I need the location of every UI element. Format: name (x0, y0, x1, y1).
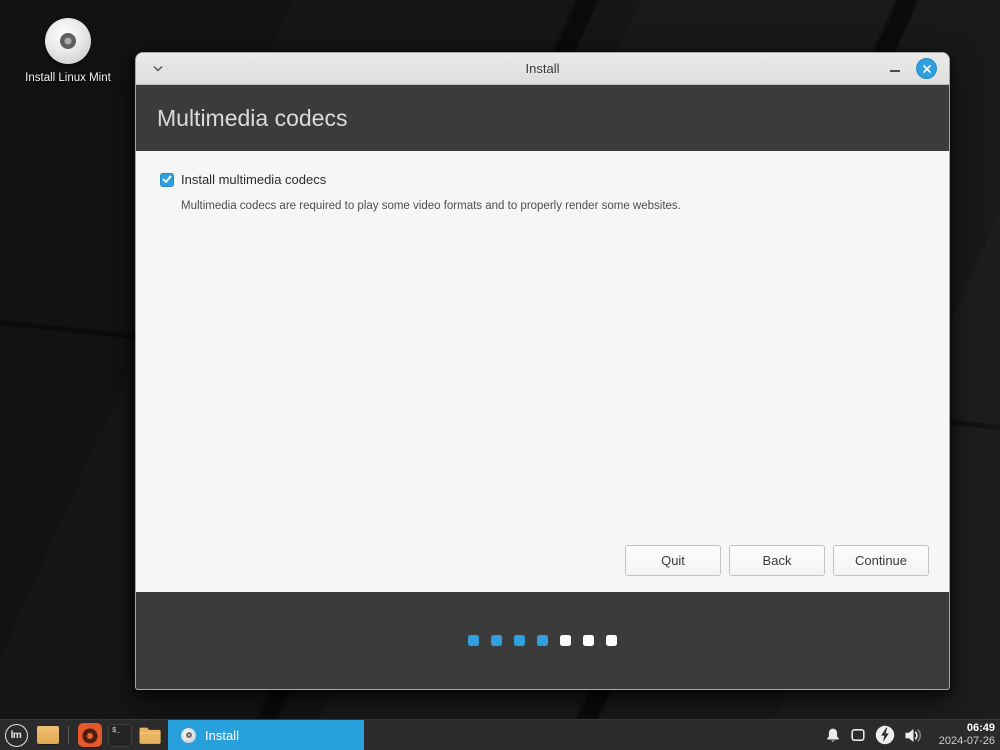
wizard-footer (136, 592, 949, 689)
install-codecs-checkbox-row[interactable]: Install multimedia codecs (160, 172, 326, 187)
close-button[interactable] (916, 58, 937, 79)
taskbar-window-button-install[interactable]: Install (168, 719, 364, 750)
page-header: Multimedia codecs (136, 85, 949, 151)
progress-dot (560, 635, 571, 646)
taskbar-clock[interactable]: 06:49 2024-07-26 (939, 722, 995, 748)
codecs-description: Multimedia codecs are required to play s… (181, 200, 681, 212)
window-controls (889, 58, 937, 79)
action-buttons: Quit Back Continue (625, 545, 929, 576)
show-desktop-icon[interactable] (37, 726, 59, 744)
titlebar: Install (136, 53, 949, 85)
removable-media-icon[interactable] (850, 727, 866, 743)
mint-menu-icon: lm (4, 723, 28, 747)
quit-button[interactable]: Quit (625, 545, 721, 576)
folder-glyph-icon (139, 727, 161, 744)
page-title: Multimedia codecs (157, 104, 348, 131)
volume-icon[interactable] (904, 727, 925, 744)
checkbox-label: Install multimedia codecs (181, 172, 327, 187)
desktop-icon-install-linux-mint[interactable]: Install Linux Mint (24, 18, 112, 86)
checkmark-icon (162, 175, 172, 183)
back-button[interactable]: Back (729, 545, 825, 576)
progress-dots (468, 635, 617, 646)
minimize-button[interactable] (889, 62, 901, 76)
desktop-wallpaper: Install Linux Mint Install Multimedia co… (0, 0, 1000, 750)
window-menu-button[interactable] (148, 61, 168, 77)
mint-menu-button[interactable]: lm (0, 723, 32, 747)
clock-date: 2024-07-26 (938, 735, 995, 747)
terminal-icon[interactable]: $_ (108, 723, 132, 747)
file-manager-icon[interactable] (138, 726, 162, 745)
checkbox-checked-icon[interactable] (160, 172, 174, 187)
firefox-icon[interactable] (78, 723, 102, 747)
progress-dot (514, 635, 525, 646)
clock-time: 06:49 (966, 721, 995, 734)
system-tray: 06:49 2024-07-26 (825, 722, 1000, 748)
progress-dot (537, 635, 548, 646)
progress-dot (583, 635, 594, 646)
progress-dot (491, 635, 502, 646)
progress-dot (606, 635, 617, 646)
notifications-bell-icon[interactable] (825, 727, 841, 744)
power-icon[interactable] (875, 725, 895, 745)
page-content: Install multimedia codecs Multimedia cod… (136, 151, 949, 592)
installer-window: Install Multimedia codecs Install multim… (135, 52, 950, 690)
cd-disc-icon (45, 18, 91, 64)
cd-disc-icon (181, 727, 196, 743)
progress-dot (468, 635, 479, 646)
taskbar-window-label: Install (205, 727, 239, 743)
close-icon (922, 64, 931, 73)
taskbar: lm $_ Install 06:49 2024-07-26 (0, 719, 1000, 750)
continue-button[interactable]: Continue (833, 545, 929, 576)
desktop-icon-label: Install Linux Mint (25, 72, 111, 84)
window-title: Install (525, 61, 560, 76)
taskbar-separator (68, 726, 69, 744)
chevron-down-icon (153, 65, 163, 72)
